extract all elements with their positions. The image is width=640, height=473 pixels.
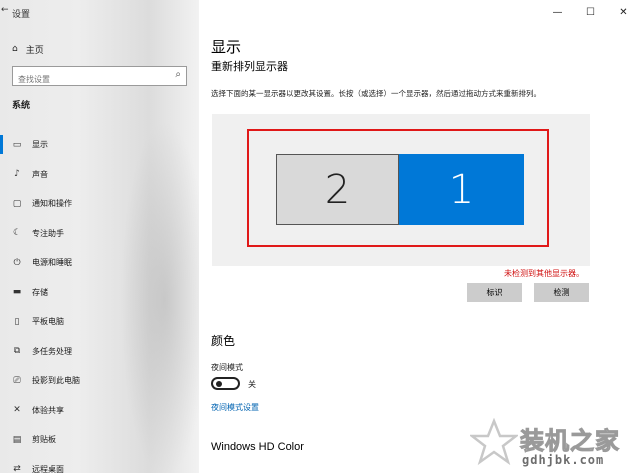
night-light-state: 关	[248, 380, 256, 389]
power-icon: ⏻	[13, 257, 21, 268]
main-content: — ☐ ✕ 显示 重新排列显示器 选择下面的某一显示器以更改其设置。长按（或选择…	[199, 0, 640, 473]
sidebar-nav: ▭ 显示 ♪ 声音 ▢ 通知和操作 ☾ 专注助手 ⏻ 电源和睡眠 ▬ 存储 ▯ …	[0, 130, 199, 473]
toggle-knob	[216, 381, 222, 387]
sidebar-item-label: 多任务处理	[32, 346, 72, 356]
search-box[interactable]: ⌕	[12, 66, 187, 89]
night-light-label: 夜间模式	[211, 363, 243, 372]
page-title: 显示	[211, 38, 242, 56]
sidebar-item-label: 存储	[32, 287, 48, 297]
monitor-2[interactable]: 2	[276, 154, 399, 225]
color-heading: 颜色	[211, 334, 236, 348]
clipboard-icon: ▤	[12, 434, 22, 445]
sidebar-item-label: 专注助手	[32, 228, 64, 238]
tablet-icon: ▯	[14, 316, 20, 327]
sidebar-item-label: 体验共享	[32, 405, 64, 415]
sidebar-item-label: 通知和操作	[32, 199, 72, 209]
sidebar-item-label: 平板电脑	[32, 317, 64, 327]
window-title: 设置	[12, 10, 31, 20]
monitor-1[interactable]: 1	[399, 154, 524, 225]
sidebar-item-label: 剪贴板	[32, 435, 56, 445]
sidebar-item-storage[interactable]: ▬ 存储	[0, 278, 199, 308]
multitask-icon: ⧉	[13, 346, 21, 357]
sidebar-item-focus-assist[interactable]: ☾ 专注助手	[0, 219, 199, 249]
window-controls: — ☐ ✕	[541, 0, 640, 24]
rearrange-heading: 重新排列显示器	[211, 60, 288, 73]
sidebar-item-sound[interactable]: ♪ 声音	[0, 160, 199, 190]
remote-desktop-icon: ⇄	[13, 464, 21, 473]
sidebar-item-label: 声音	[32, 169, 48, 179]
home-icon: ⌂	[12, 44, 18, 54]
sidebar-item-tablet[interactable]: ▯ 平板电脑	[0, 307, 199, 337]
night-light-settings-link[interactable]: 夜间模式设置	[211, 402, 259, 413]
sidebar-item-shared-experiences[interactable]: ✕ 体验共享	[0, 396, 199, 426]
search-icon[interactable]: ⌕	[175, 69, 181, 80]
rearrange-description: 选择下面的某一显示器以更改其设置。长按（或选择）一个显示器，然后通过拖动方式来重…	[211, 89, 541, 98]
storage-icon: ▬	[12, 287, 22, 298]
sidebar-item-notifications[interactable]: ▢ 通知和操作	[0, 189, 199, 219]
sound-icon: ♪	[14, 169, 20, 180]
notification-icon: ▢	[12, 198, 22, 209]
sidebar-item-display[interactable]: ▭ 显示	[0, 130, 199, 160]
sidebar: ← 设置 ⌂ 主页 ⌕ 系统 ▭ 显示 ♪ 声音 ▢ 通知和操作	[0, 0, 210, 473]
section-label-system: 系统	[12, 101, 31, 111]
sidebar-item-projecting[interactable]: ⎚ 投影到此电脑	[0, 366, 199, 396]
minimize-icon[interactable]: —	[541, 0, 574, 24]
hd-color-heading: Windows HD Color	[211, 441, 304, 453]
display-icon: ▭	[12, 139, 22, 150]
sidebar-item-label: 投影到此电脑	[32, 376, 80, 386]
home-nav-item[interactable]: ⌂ 主页	[12, 41, 44, 57]
sidebar-item-remote-desktop[interactable]: ⇄ 远程桌面	[0, 455, 199, 473]
maximize-icon[interactable]: ☐	[574, 0, 607, 24]
sidebar-item-label: 电源和睡眠	[32, 258, 72, 268]
sidebar-item-power-sleep[interactable]: ⏻ 电源和睡眠	[0, 248, 199, 278]
night-light-toggle[interactable]	[211, 377, 240, 390]
back-arrow-icon[interactable]: ←	[1, 5, 10, 17]
no-display-warning: 未检测到其他显示器。	[504, 269, 584, 278]
close-icon[interactable]: ✕	[607, 0, 640, 24]
sidebar-item-clipboard[interactable]: ▤ 剪贴板	[0, 425, 199, 455]
sidebar-item-label: 远程桌面	[32, 464, 64, 473]
settings-window: ← 设置 ⌂ 主页 ⌕ 系统 ▭ 显示 ♪ 声音 ▢ 通知和操作	[0, 0, 640, 473]
moon-icon: ☾	[12, 228, 22, 239]
search-input[interactable]	[13, 70, 168, 89]
home-label: 主页	[25, 45, 44, 56]
share-icon: ✕	[13, 405, 21, 416]
sidebar-item-multitasking[interactable]: ⧉ 多任务处理	[0, 337, 199, 367]
sidebar-item-label: 显示	[32, 140, 48, 150]
identify-button[interactable]: 标识	[467, 283, 522, 302]
detect-button[interactable]: 检测	[534, 283, 589, 302]
monitor-arrangement-area: 2 1	[212, 114, 590, 266]
project-icon: ⎚	[13, 375, 21, 386]
